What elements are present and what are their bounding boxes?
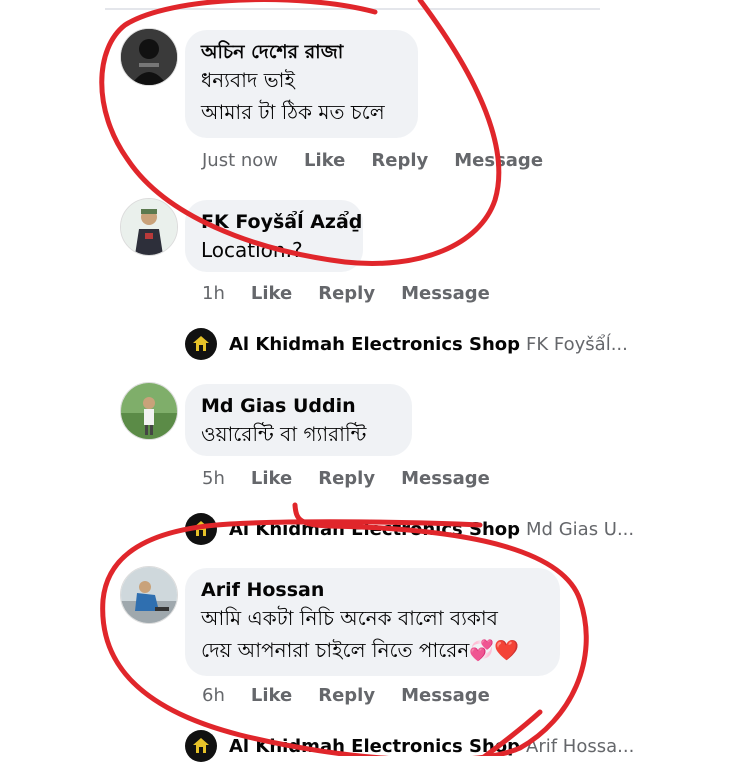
avatar[interactable]: [120, 28, 178, 86]
shop-name[interactable]: Al Khidmah Electronics Shop: [229, 519, 520, 540]
like-button[interactable]: Like: [251, 468, 292, 489]
avatar[interactable]: [120, 198, 178, 256]
like-button[interactable]: Like: [251, 283, 292, 304]
comment-timestamp: 1h: [202, 283, 225, 304]
comment-actions: 6h Like Reply Message: [202, 685, 516, 706]
avatar[interactable]: [120, 382, 178, 440]
shop-logo-icon: [185, 328, 217, 360]
shop-logo-icon: [185, 513, 217, 545]
like-button[interactable]: Like: [304, 150, 345, 171]
shop-name[interactable]: Al Khidmah Electronics Shop: [229, 334, 520, 355]
comment-author[interactable]: Md Gias Uddin: [201, 394, 396, 418]
comment-author[interactable]: Arif Hossan: [201, 578, 544, 602]
like-button[interactable]: Like: [251, 685, 292, 706]
comment-timestamp: Just now: [202, 150, 279, 171]
feed-top-divider: [105, 0, 600, 10]
comment-text-line: ওয়ারেন্টি বা গ্যারান্টি: [201, 422, 367, 446]
comment-timestamp: 5h: [202, 468, 225, 489]
message-button[interactable]: Message: [454, 150, 543, 171]
reply-preview: Md Gias U...: [526, 518, 635, 540]
message-button[interactable]: Message: [401, 468, 490, 489]
comment-author[interactable]: অচিন দেশের রাজা: [201, 40, 402, 64]
reply-button[interactable]: Reply: [318, 468, 375, 489]
comment-bubble: Md Gias Uddin ওয়ারেন্টি বা গ্যারান্টি: [185, 384, 412, 456]
shop-reply-row[interactable]: Al Khidmah Electronics Shop FK Foyšẩĺ...: [185, 328, 628, 360]
comment-actions: 1h Like Reply Message: [202, 283, 516, 304]
comment-text-line: আমার টা ঠিক মত চলে: [201, 100, 385, 124]
avatar[interactable]: [120, 566, 178, 624]
comment-actions: Just now Like Reply Message: [202, 150, 569, 171]
comment-text-line: Location.?: [201, 238, 303, 262]
message-button[interactable]: Message: [401, 685, 490, 706]
reply-preview: Arif Hossa...: [526, 735, 635, 757]
comment-bubble: FK Foyšẩĺ Azẩḏ Location.?: [185, 200, 363, 272]
comment-text-line: দেয় আপনারা চাইলে নিতে পারেন💞❤️: [201, 638, 520, 662]
shop-reply-row[interactable]: Al Khidmah Electronics Shop Arif Hossa..…: [185, 730, 634, 762]
reply-button[interactable]: Reply: [318, 685, 375, 706]
shop-logo-icon: [185, 730, 217, 762]
comment-bubble: Arif Hossan আমি একটা নিচি অনেক বালো ব্যক…: [185, 568, 560, 676]
comment-timestamp: 6h: [202, 685, 225, 706]
comment-author[interactable]: FK Foyšẩĺ Azẩḏ: [201, 210, 362, 234]
comment-actions: 5h Like Reply Message: [202, 468, 516, 489]
comment-text-line: আমি একটা নিচি অনেক বালো ব্যকাব: [201, 606, 498, 630]
comment-bubble: অচিন দেশের রাজা ধন্যবাদ ভাই আমার টা ঠিক …: [185, 30, 418, 138]
shop-name[interactable]: Al Khidmah Electronics Shop: [229, 736, 520, 757]
reply-preview: FK Foyšẩĺ...: [526, 333, 628, 355]
reply-button[interactable]: Reply: [371, 150, 428, 171]
shop-reply-row[interactable]: Al Khidmah Electronics Shop Md Gias U...: [185, 513, 634, 545]
reply-button[interactable]: Reply: [318, 283, 375, 304]
comment-text-line: ধন্যবাদ ভাই: [201, 68, 295, 92]
message-button[interactable]: Message: [401, 283, 490, 304]
